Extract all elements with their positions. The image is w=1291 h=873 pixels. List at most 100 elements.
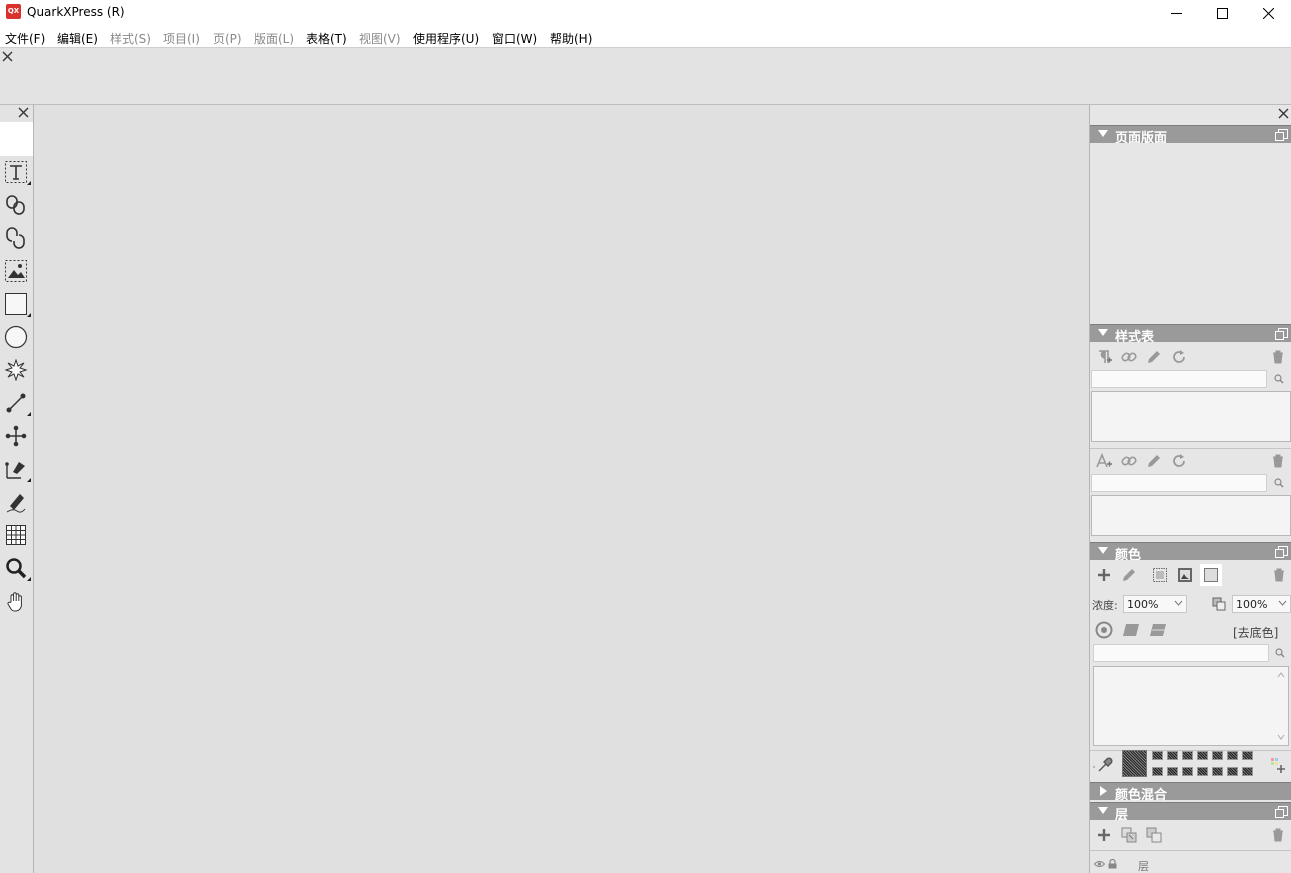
scissors-point-tool[interactable] — [3, 423, 29, 449]
tools-close-button[interactable] — [18, 107, 29, 121]
collapse-triangle-icon[interactable] — [1098, 130, 1108, 137]
color-blends-header[interactable]: 颜色混合 — [1090, 782, 1291, 803]
frame-color-button[interactable] — [1151, 566, 1169, 584]
mid-linear-blend-button[interactable] — [1149, 621, 1167, 639]
menu-utilities[interactable]: 使用程序(U) — [413, 30, 479, 47]
table-tool[interactable] — [3, 522, 29, 548]
starburst-tool[interactable] — [3, 357, 29, 383]
swatch[interactable] — [1152, 751, 1163, 760]
menu-item[interactable]: 项目(I) — [163, 30, 200, 47]
edit-character-style-button[interactable] — [1145, 452, 1163, 470]
page-layout-header[interactable]: 页面版面 — [1090, 125, 1291, 146]
freehand-pencil-tool[interactable] — [3, 489, 29, 515]
menu-view[interactable]: 视图(V) — [359, 30, 401, 47]
new-color-button[interactable] — [1095, 566, 1113, 584]
swatch[interactable] — [1152, 767, 1163, 776]
expand-triangle-icon[interactable] — [1100, 786, 1107, 796]
float-window-icon[interactable] — [1275, 546, 1288, 558]
collapse-triangle-icon[interactable] — [1098, 807, 1108, 814]
character-style-list[interactable] — [1091, 495, 1291, 536]
oval-box-tool[interactable] — [3, 324, 29, 350]
add-swatch-button[interactable] — [1269, 756, 1287, 774]
tint-select[interactable]: 100% — [1123, 595, 1187, 613]
scroll-down-icon[interactable] — [1277, 734, 1285, 740]
swatch[interactable] — [1242, 767, 1253, 776]
new-paragraph-style-button[interactable] — [1095, 348, 1113, 366]
tools-header-area — [0, 122, 33, 156]
swatch[interactable] — [1197, 767, 1208, 776]
delete-character-style-button[interactable] — [1269, 452, 1287, 470]
color-list[interactable] — [1093, 666, 1289, 746]
zoom-tool[interactable] — [3, 555, 31, 581]
background-color-button[interactable] — [1200, 564, 1222, 586]
new-character-style-button[interactable] — [1095, 452, 1113, 470]
swatch[interactable] — [1182, 767, 1193, 776]
colors-header[interactable]: 颜色 — [1090, 542, 1291, 563]
swatch[interactable] — [1167, 751, 1178, 760]
measurements-close-button[interactable] — [2, 51, 13, 65]
swatch[interactable] — [1227, 767, 1238, 776]
search-button[interactable] — [1271, 644, 1289, 662]
duplicate-character-style-button[interactable] — [1120, 452, 1138, 470]
menu-layout[interactable]: 版面(L) — [254, 30, 294, 47]
solid-fill-button[interactable] — [1095, 621, 1113, 639]
float-window-icon[interactable] — [1275, 129, 1288, 141]
minimize-button[interactable] — [1153, 0, 1199, 26]
menu-file[interactable]: 文件(F) — [5, 30, 45, 47]
edit-color-button[interactable] — [1120, 566, 1138, 584]
merge-layers-button[interactable] — [1145, 826, 1163, 844]
search-button[interactable] — [1270, 370, 1288, 388]
picture-color-button[interactable] — [1176, 566, 1194, 584]
close-window-button[interactable] — [1245, 0, 1291, 26]
menu-window[interactable]: 窗口(W) — [492, 30, 537, 47]
swatch[interactable] — [1227, 751, 1238, 760]
swatch[interactable] — [1212, 751, 1223, 760]
menu-help[interactable]: 帮助(H) — [550, 30, 592, 47]
delete-color-button[interactable] — [1270, 566, 1288, 584]
paragraph-style-list[interactable] — [1091, 391, 1291, 442]
style-sheets-header[interactable]: 样式表 — [1090, 324, 1291, 345]
new-layer-button[interactable] — [1095, 826, 1113, 844]
swatch-large[interactable] — [1122, 750, 1147, 777]
edit-style-button[interactable] — [1145, 348, 1163, 366]
character-style-search-input[interactable] — [1091, 474, 1267, 492]
duplicate-layer-button[interactable] — [1120, 826, 1138, 844]
opacity-select[interactable]: 100% — [1232, 595, 1291, 613]
collapse-triangle-icon[interactable] — [1098, 329, 1108, 336]
picture-content-tool[interactable] — [3, 258, 29, 284]
text-content-tool[interactable] — [3, 159, 31, 185]
swatch[interactable] — [1212, 767, 1223, 776]
swatch[interactable] — [1182, 751, 1193, 760]
swatch[interactable] — [1242, 751, 1253, 760]
update-character-style-button[interactable] — [1170, 452, 1188, 470]
update-style-button[interactable] — [1170, 348, 1188, 366]
bezier-pen-tool[interactable] — [3, 456, 31, 482]
linear-blend-button[interactable] — [1122, 621, 1140, 639]
line-tool[interactable] — [3, 390, 31, 416]
swatch[interactable] — [1167, 767, 1178, 776]
duplicate-style-button[interactable] — [1120, 348, 1138, 366]
maximize-button[interactable] — [1199, 0, 1245, 26]
linking-tool[interactable] — [3, 192, 29, 218]
menu-page[interactable]: 页(P) — [213, 30, 242, 47]
color-search-input[interactable] — [1093, 644, 1269, 662]
swatch[interactable] — [1197, 751, 1208, 760]
paragraph-style-search-input[interactable] — [1091, 370, 1267, 388]
layers-header[interactable]: 层 — [1090, 802, 1291, 823]
palettes-close-button[interactable] — [1278, 108, 1289, 122]
pan-hand-tool[interactable] — [3, 588, 29, 614]
unlinking-tool[interactable] — [3, 225, 29, 251]
eyedropper-button[interactable] — [1096, 756, 1114, 774]
float-window-icon[interactable] — [1275, 328, 1288, 340]
oval-box-tool-icon — [4, 325, 28, 349]
search-button[interactable] — [1270, 474, 1288, 492]
menu-table[interactable]: 表格(T) — [306, 30, 347, 47]
delete-layer-button[interactable] — [1269, 826, 1287, 844]
menu-style[interactable]: 样式(S) — [110, 30, 151, 47]
menu-edit[interactable]: 编辑(E) — [57, 30, 98, 47]
rectangle-box-tool[interactable] — [3, 291, 31, 317]
collapse-triangle-icon[interactable] — [1098, 547, 1108, 554]
scroll-up-icon[interactable] — [1277, 672, 1285, 678]
delete-style-button[interactable] — [1269, 348, 1287, 366]
float-window-icon[interactable] — [1275, 806, 1288, 818]
